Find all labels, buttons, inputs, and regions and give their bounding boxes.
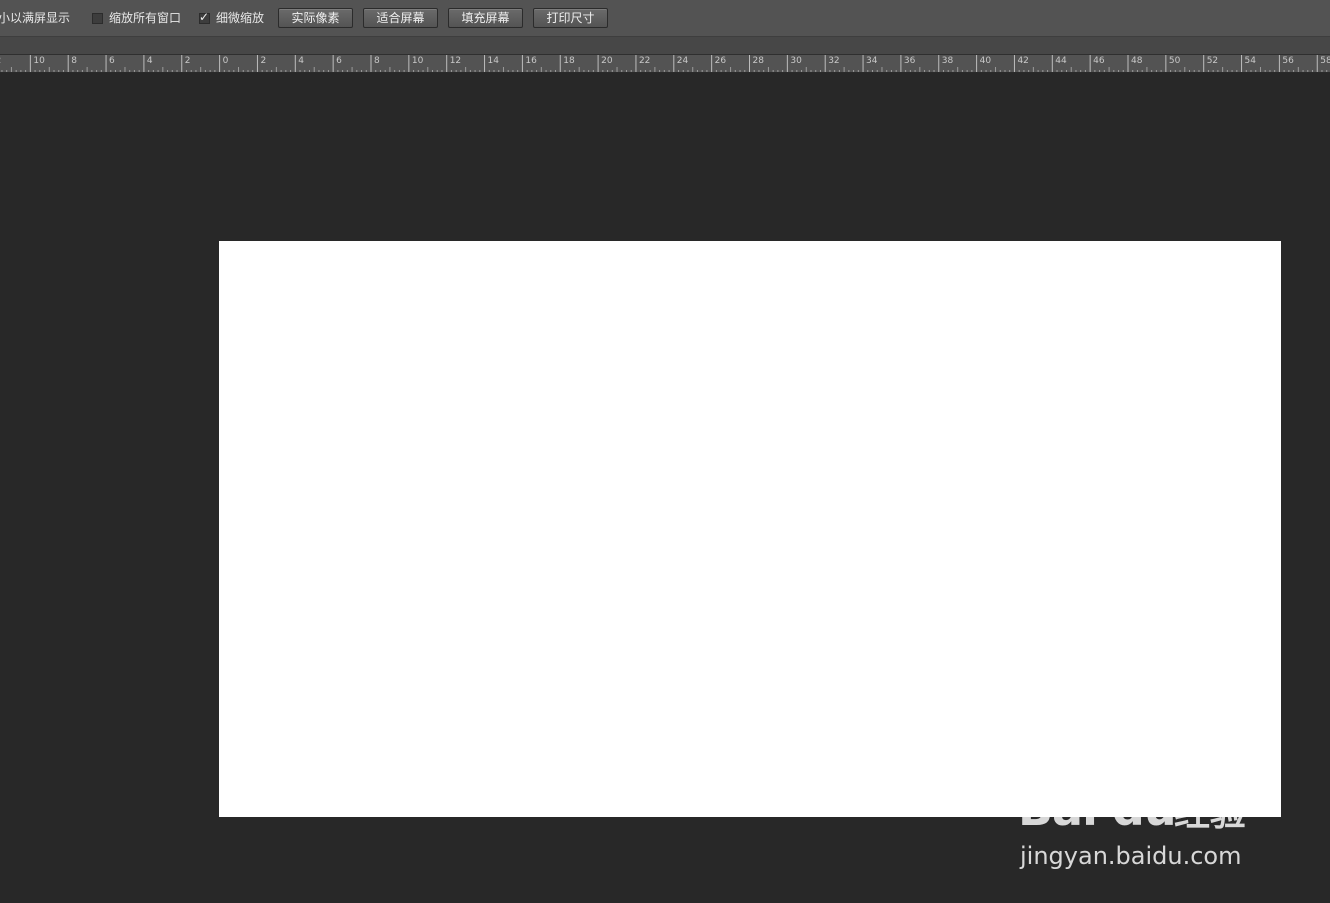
ruler-label: 38 xyxy=(941,56,954,66)
ruler-label: 58 xyxy=(1320,56,1330,66)
ruler-label: 30 xyxy=(790,56,802,66)
jingyan-logo-text: 经验 xyxy=(1174,793,1247,834)
ruler-label: 42 xyxy=(1017,56,1029,66)
ruler-label: 24 xyxy=(676,56,689,66)
ruler-label: 8 xyxy=(374,56,380,66)
ruler-label: 44 xyxy=(1055,56,1067,66)
ruler-label: 14 xyxy=(487,56,499,66)
ruler-label: 52 xyxy=(1206,56,1219,66)
ruler-label: 12 xyxy=(449,56,462,66)
print-size-button[interactable]: 打印尺寸 xyxy=(533,8,608,28)
ruler-label: 4 xyxy=(146,56,153,66)
ruler-label: 56 xyxy=(1282,56,1294,66)
ruler-label: 48 xyxy=(1131,56,1143,66)
ruler-label: 36 xyxy=(903,56,916,66)
ruler-label: 0 xyxy=(222,56,229,66)
ruler-label: 10 xyxy=(411,56,424,66)
document-tab-strip xyxy=(0,37,1330,55)
ruler-label: 46 xyxy=(1093,56,1105,66)
ruler-label: 28 xyxy=(752,56,764,66)
zoom-all-windows-label: 缩放所有窗口 xyxy=(109,11,182,25)
ruler-label: 10 xyxy=(33,56,45,66)
document-canvas[interactable] xyxy=(219,241,1281,817)
ruler-label: 32 xyxy=(828,56,840,66)
ruler-label: 40 xyxy=(979,56,992,66)
photoshop-window: 小以满屏显示 缩放所有窗口 ✓ 细微缩放 实际像素 适合屏幕 填充屏幕 打印尺寸… xyxy=(0,0,1330,903)
ruler-label: 8 xyxy=(71,56,77,66)
ruler-label: 18 xyxy=(563,56,575,66)
ruler-label: 2 xyxy=(0,57,1,66)
ruler-label: 26 xyxy=(714,56,727,66)
ruler-label: 50 xyxy=(1168,56,1181,66)
watermark-url: jingyan.baidu.com xyxy=(1020,842,1242,870)
actual-pixels-button[interactable]: 实际像素 xyxy=(278,8,353,28)
resize-windows-to-fit-label: 小以满屏显示 xyxy=(0,11,71,25)
baidu-logo-text: Bai du xyxy=(1018,782,1177,836)
checkmark-icon: ✓ xyxy=(199,9,210,24)
fill-screen-button[interactable]: 填充屏幕 xyxy=(448,8,523,28)
scrubby-zoom-option[interactable]: ✓ 细微缩放 xyxy=(199,10,264,26)
ruler-label: 34 xyxy=(866,56,878,66)
ruler-label: 16 xyxy=(525,56,537,66)
resize-windows-to-fit-option[interactable]: 小以满屏显示 xyxy=(0,10,70,26)
zoom-all-windows-option[interactable]: 缩放所有窗口 xyxy=(92,10,181,26)
ruler-label: 22 xyxy=(638,56,651,66)
ruler-label: 2 xyxy=(184,56,191,66)
horizontal-ruler[interactable]: 2108642024681012141618202224262830323436… xyxy=(0,55,1330,73)
ruler-label: 4 xyxy=(298,56,305,66)
ruler-label: 6 xyxy=(109,56,115,66)
fit-screen-button[interactable]: 适合屏幕 xyxy=(363,8,438,28)
zoom-all-windows-checkbox[interactable] xyxy=(92,12,103,24)
ruler-label: 2 xyxy=(260,56,267,66)
ruler-label: 54 xyxy=(1244,56,1256,66)
scrubby-zoom-checkbox[interactable]: ✓ xyxy=(199,9,210,24)
ruler-label: 20 xyxy=(601,56,613,66)
baidu-jingyan-watermark: Bai du 经验 jingyan.baidu.com xyxy=(1018,758,1268,878)
scrubby-zoom-label: 细微缩放 xyxy=(216,11,265,25)
ruler-label: 6 xyxy=(336,56,342,66)
options-bar: 小以满屏显示 缩放所有窗口 ✓ 细微缩放 实际像素 适合屏幕 填充屏幕 打印尺寸 xyxy=(0,0,1330,37)
